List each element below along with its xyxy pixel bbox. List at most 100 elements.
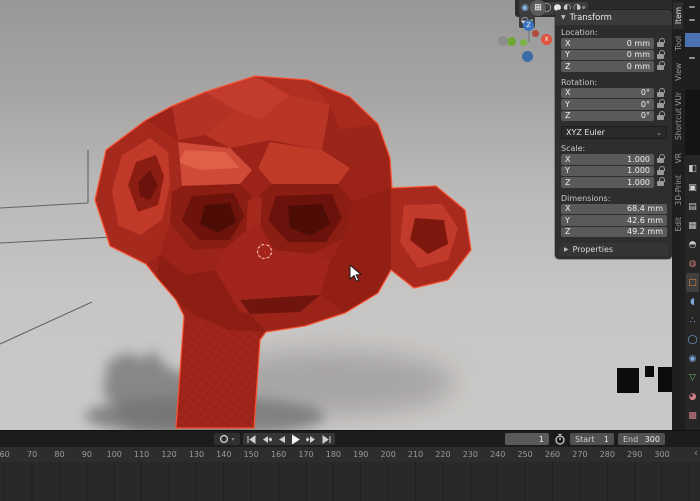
frame-tick-label: 240 <box>484 450 511 459</box>
outliner-item-icon[interactable] <box>689 19 695 21</box>
outliner-sliver <box>685 0 700 90</box>
gizmo-y-neg-axis[interactable] <box>498 36 508 46</box>
navigation-gizmo[interactable]: Z X <box>505 20 553 62</box>
lock-icon[interactable] <box>654 100 667 108</box>
location-value-field[interactable]: Y0 mm <box>561 50 654 61</box>
gizmo-y-axis[interactable] <box>507 37 516 46</box>
frame-tick-label: 60 <box>0 450 18 459</box>
current-frame-field[interactable]: 1 <box>505 433 549 445</box>
material-properties-tab-icon[interactable]: ◕ <box>686 387 699 406</box>
dimension-value-field[interactable]: Z49.2 mm <box>561 227 667 238</box>
lock-icon[interactable] <box>654 39 667 47</box>
frame-tick-label: 100 <box>101 450 128 459</box>
timeline-ruler[interactable]: 6070809010011012013014015016017018019020… <box>0 447 700 463</box>
scale-field-row: Y1.000 <box>561 166 667 177</box>
sidebar-tab[interactable]: Shortcut VUr <box>673 87 683 145</box>
panel-title: Transform <box>570 13 612 23</box>
transform-panel-header[interactable]: ▼ Transform <box>555 10 672 25</box>
rotation-field-row: Y0° <box>561 99 667 110</box>
rotation-mode-dropdown[interactable]: XYZ Euler ⌄ <box>561 126 667 139</box>
previous-keyframe-button[interactable] <box>261 435 272 444</box>
frame-tick-label: 270 <box>566 450 593 459</box>
sidebar-tab[interactable]: VR <box>673 148 683 168</box>
transform-panel: ▼ Transform Location: X0 mm Y0 mm Z0 mm <box>555 10 672 259</box>
scale-value-field[interactable]: Y1.000 <box>561 166 654 177</box>
frame-tick-label: 300 <box>648 450 675 459</box>
frame-tick-label: 160 <box>265 450 292 459</box>
dimensions-field-row: Y42.6 mm <box>561 215 667 226</box>
3d-cursor <box>257 244 272 259</box>
rotation-value-field[interactable]: X0° <box>561 88 654 99</box>
sidebar-tab[interactable]: Edit <box>673 212 683 237</box>
object-properties-tab-icon[interactable]: □ <box>686 273 699 292</box>
properties-subpanel-header[interactable]: ▶ Properties <box>559 243 668 256</box>
outliner-selected-row[interactable] <box>685 33 700 47</box>
play-reverse-button[interactable] <box>277 435 286 444</box>
frame-tick-label: 210 <box>402 450 429 459</box>
constraints-properties-tab-icon[interactable]: ◉ <box>686 349 699 368</box>
lock-icon[interactable] <box>654 51 667 59</box>
lock-icon[interactable] <box>654 167 667 175</box>
sidebar-tab[interactable]: 3D-Print <box>673 170 683 211</box>
scale-label: Scale: <box>555 141 672 154</box>
physics-properties-tab-icon[interactable]: ◯ <box>686 330 699 349</box>
jump-to-start-button[interactable] <box>247 435 256 444</box>
dimension-value-field[interactable]: X68.4 mm <box>561 204 667 215</box>
texture-properties-tab-icon[interactable]: ▩ <box>686 406 699 425</box>
chevron-down-icon[interactable]: ▾ <box>231 436 234 443</box>
3d-viewport[interactable]: ∪▾ ◉▾ ◒▾ ◯ ● ◐ ◑ ▾ Z <box>0 0 673 430</box>
auto-keying-button[interactable]: ▾ <box>214 433 240 445</box>
shadow <box>85 350 455 430</box>
jump-to-end-button[interactable] <box>322 435 331 444</box>
lock-icon[interactable] <box>654 62 667 70</box>
collapsed-triangle-icon: ▶ <box>564 246 569 253</box>
scene-properties-tab-icon[interactable]: ◓ <box>686 235 699 254</box>
particles-properties-tab-icon[interactable]: ∴ <box>686 311 699 330</box>
object-data-properties-tab-icon[interactable]: ▽ <box>686 368 699 387</box>
next-keyframe-button[interactable] <box>306 435 317 444</box>
frame-tick-label: 130 <box>183 450 210 459</box>
frame-end-field[interactable]: End300 <box>618 433 665 445</box>
dimensions-field-row: Z49.2 mm <box>561 227 667 238</box>
rotation-value-field[interactable]: Y0° <box>561 99 654 110</box>
viewlayer-properties-tab-icon[interactable]: ▦ <box>686 216 699 235</box>
gizmo-z-neg-axis[interactable] <box>522 51 533 62</box>
rotation-value-field[interactable]: Z0° <box>561 111 654 122</box>
outliner-item-icon[interactable] <box>689 57 695 59</box>
world-properties-tab-icon[interactable]: ◍ <box>686 254 699 273</box>
region-expand-arrow[interactable]: ‹ <box>694 448 698 459</box>
location-value-field[interactable]: X0 mm <box>561 38 654 49</box>
scale-value-field[interactable]: X1.000 <box>561 154 654 165</box>
scale-value-field[interactable]: Z1.000 <box>561 177 654 188</box>
gizmo-x-axis[interactable]: X <box>541 34 552 45</box>
sidebar-tab[interactable]: Tool <box>673 31 683 56</box>
properties-tab-column: ◧ ▣ ▤ ▦ ◓ ◍ □ ◖ ∴ ◯ ◉ ▽ ◕ ▩ <box>685 155 700 430</box>
stopwatch-icon[interactable] <box>554 433 566 445</box>
lock-icon[interactable] <box>654 89 667 97</box>
perspective-toggle-button[interactable]: ⊞ <box>530 0 546 16</box>
outliner-item-icon[interactable] <box>689 6 695 8</box>
lock-icon[interactable] <box>654 112 667 120</box>
gizmo-x-neg-axis[interactable] <box>532 30 539 37</box>
timeline-track-area[interactable] <box>0 462 700 501</box>
modifier-properties-tab-icon[interactable]: ◖ <box>686 292 699 311</box>
location-value-field[interactable]: Z0 mm <box>561 61 654 72</box>
frame-tick-label: 200 <box>374 450 401 459</box>
tool-properties-tab-icon[interactable]: ◧ <box>686 159 699 178</box>
play-button[interactable] <box>291 434 301 445</box>
gizmo-z-axis[interactable]: Z <box>523 20 534 31</box>
timeline-editor[interactable]: ▾ 1 Start1 End300 6070809010011012013014… <box>0 430 700 500</box>
dimensions-field-row: X68.4 mm <box>561 204 667 215</box>
dimension-value-field[interactable]: Y42.6 mm <box>561 215 667 226</box>
frame-tick-label: 190 <box>347 450 374 459</box>
frame-start-field[interactable]: Start1 <box>570 433 614 445</box>
render-properties-tab-icon[interactable]: ▣ <box>686 178 699 197</box>
frame-tick-label: 260 <box>539 450 566 459</box>
sidebar-tab[interactable]: Item <box>673 2 683 29</box>
output-properties-tab-icon[interactable]: ▤ <box>686 197 699 216</box>
lock-icon[interactable] <box>654 155 667 163</box>
timeline-header: ▾ 1 Start1 End300 <box>0 431 700 447</box>
lock-icon[interactable] <box>654 178 667 186</box>
frame-tick-label: 90 <box>73 450 100 459</box>
sidebar-tab[interactable]: View <box>673 58 683 86</box>
